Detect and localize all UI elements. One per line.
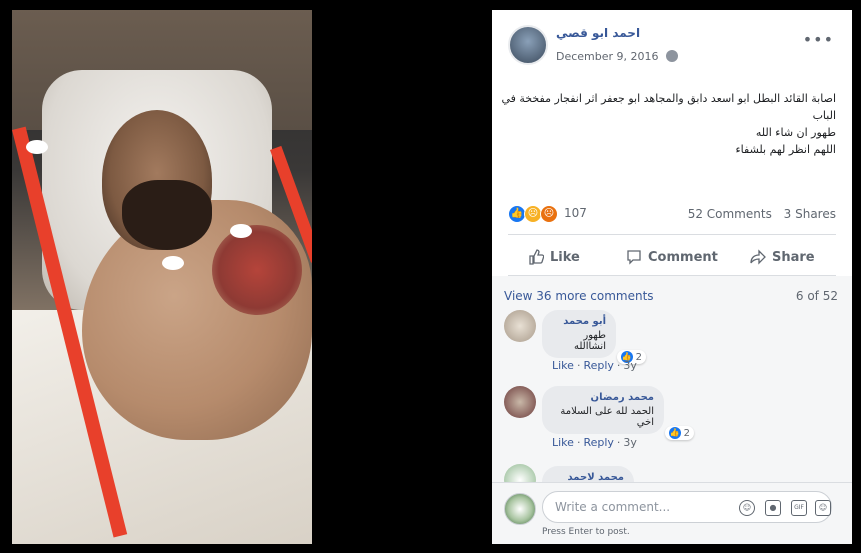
like-label: Like [550, 249, 580, 265]
photo-viewer [0, 0, 492, 553]
comment-like-count: 2 [683, 427, 690, 439]
comments-section: View 36 more comments 6 of 52 أبو محمد ط… [492, 276, 852, 508]
ecg-pad [230, 224, 252, 238]
post-panel: احمد ابو قصي December 9, 2016 ••• اصابة … [492, 10, 852, 544]
camera-icon[interactable]: ● [765, 500, 781, 516]
emoji-icon[interactable]: ☺ [739, 500, 755, 516]
post-text-line: طهور ان شاء الله [755, 126, 836, 139]
globe-icon [666, 50, 678, 62]
engagement-counts: 52 Comments 3 Shares [680, 207, 836, 221]
comment-meta: Like · Reply · 3y [552, 436, 637, 449]
photo-person-beard [122, 180, 212, 250]
comment-text: الحمد لله على السلامة اخي [560, 406, 654, 428]
commenter-name[interactable]: أبو محمد [552, 316, 606, 327]
comment-input[interactable]: Write a comment... ☺ ● GIF ☺ [542, 491, 832, 523]
share-label: Share [772, 249, 815, 265]
current-user-avatar[interactable] [504, 493, 536, 525]
post-header: احمد ابو قصي December 9, 2016 ••• [492, 10, 852, 80]
author-avatar[interactable] [508, 25, 548, 65]
comments-count[interactable]: 52 Comments [688, 207, 772, 221]
comment-label: Comment [648, 249, 718, 265]
comment-input-placeholder: Write a comment... [555, 500, 671, 514]
author-name[interactable]: احمد ابو قصي [556, 26, 640, 40]
post-actions: Like Comment Share [492, 240, 852, 274]
comment-composer: Write a comment... ☺ ● GIF ☺ Press Enter… [492, 482, 852, 544]
post-photo[interactable] [12, 10, 312, 544]
comment-button[interactable]: Comment [626, 244, 718, 270]
angry-reaction-icon: ☹ [540, 205, 558, 223]
comments-position: 6 of 52 [795, 289, 838, 303]
post-text-line: الباب [812, 109, 836, 122]
comment-time[interactable]: 3y [623, 359, 637, 372]
comment-meta: Like · Reply · 3y [552, 359, 637, 372]
share-button[interactable]: Share [750, 244, 815, 270]
share-icon [750, 249, 766, 265]
comment-time[interactable]: 3y [623, 436, 637, 449]
photo-wound [212, 225, 302, 315]
ecg-pad [162, 256, 184, 270]
post-text-line: اصابة القائد البطل ابو اسعد دابق والمجاه… [501, 92, 836, 105]
comment-reply-link[interactable]: Reply [583, 359, 613, 372]
comment-bubble: أبو محمد طهور انشاالله 👍 2 [542, 310, 646, 364]
ecg-pad [26, 140, 48, 154]
divider [508, 234, 836, 235]
comment-icon [627, 250, 641, 265]
post-text-line: اللهم انظر لهم بلشفاء [735, 143, 837, 156]
post-date[interactable]: December 9, 2016 [556, 50, 659, 63]
comment-reaction-badge[interactable]: 👍 2 [664, 426, 694, 440]
like-button[interactable]: Like [528, 244, 580, 270]
comment-reply-link[interactable]: Reply [583, 436, 613, 449]
post-text: اصابة القائد البطل ابو اسعد دابق والمجاه… [501, 90, 837, 158]
view-more-comments-link[interactable]: View 36 more comments [504, 289, 654, 303]
comment-like-link[interactable]: Like [552, 436, 574, 449]
commenter-avatar[interactable] [504, 386, 536, 418]
comment-text: طهور انشاالله [573, 330, 606, 352]
commenter-name[interactable]: محمد رمضان [552, 392, 654, 403]
commenter-avatar[interactable] [504, 310, 536, 342]
gif-icon[interactable]: GIF [791, 500, 807, 516]
more-options-icon[interactable]: ••• [803, 30, 834, 49]
thumbs-up-icon [529, 249, 544, 265]
composer-hint: Press Enter to post. [542, 527, 630, 537]
shares-count[interactable]: 3 Shares [784, 207, 836, 221]
sticker-icon[interactable]: ☺ [815, 500, 831, 516]
comment-like-link[interactable]: Like [552, 359, 574, 372]
reaction-count: 107 [564, 206, 587, 220]
like-reaction-icon: 👍 [668, 427, 681, 439]
comment-bubble: محمد رمضان الحمد لله على السلامة اخي 👍 2 [542, 386, 694, 440]
